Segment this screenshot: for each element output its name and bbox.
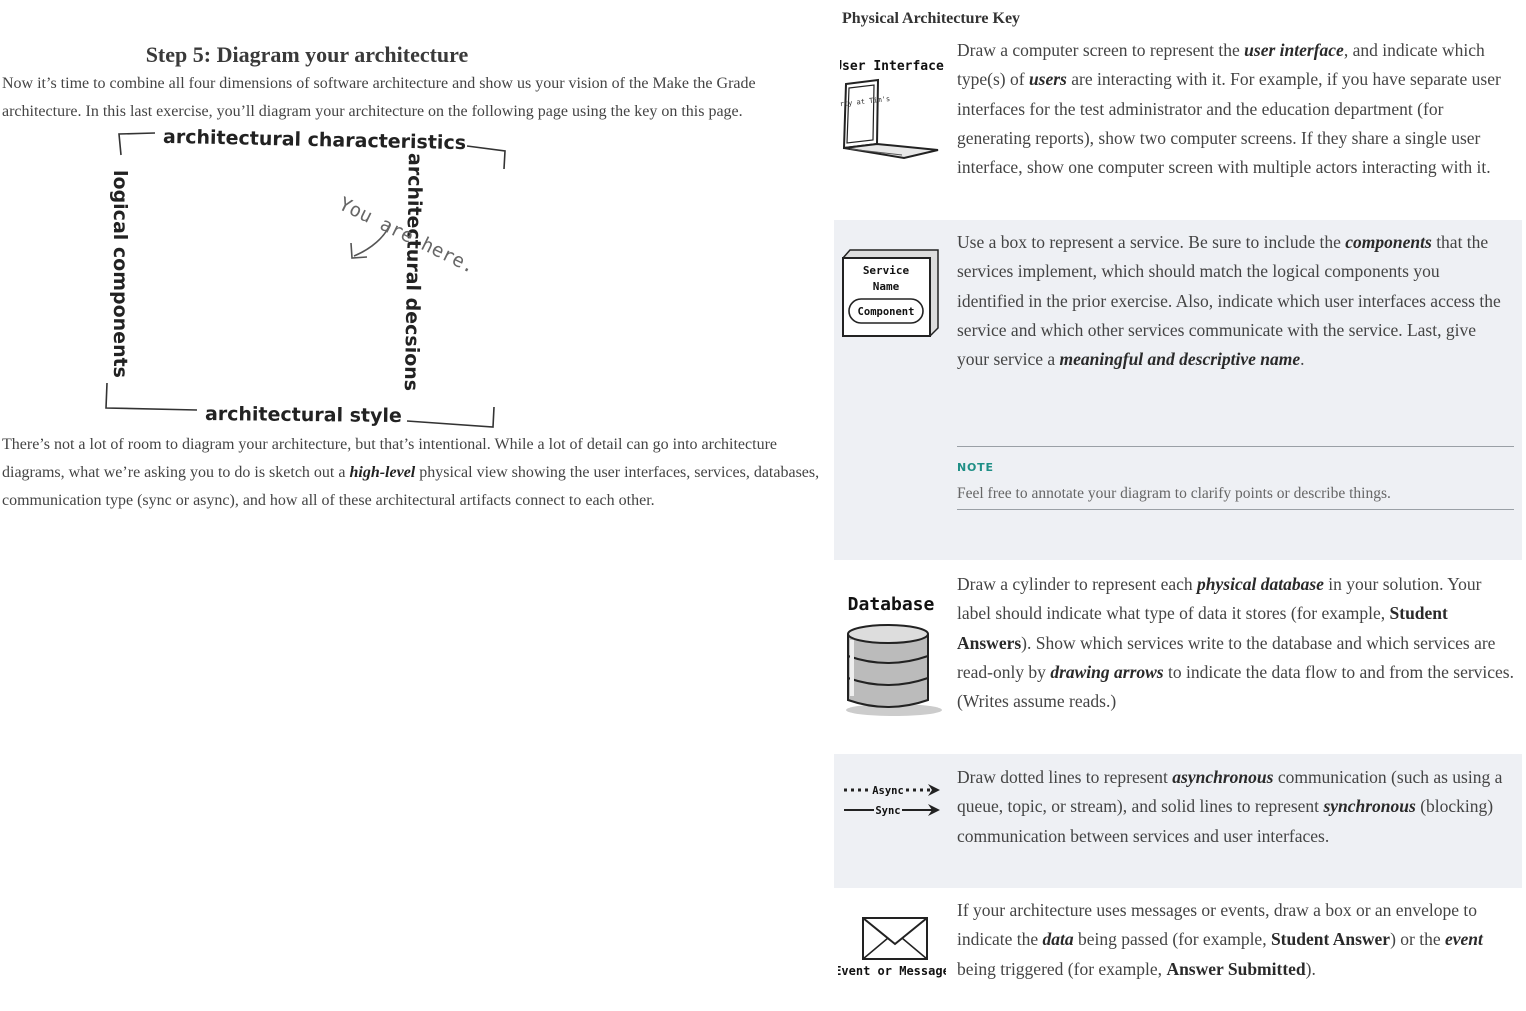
key-title: Physical Architecture Key <box>842 10 1021 27</box>
async-label: Async <box>872 785 904 797</box>
page-title: Step 5: Diagram your architecture <box>145 42 469 67</box>
envelope-icon: Event or Message <box>838 917 946 978</box>
intro-paragraph: Now it’s time to combine all four dimens… <box>2 75 756 120</box>
service-icon-name: Service <box>863 264 910 277</box>
closing-paragraph: There’s not a lot of room to diagram you… <box>2 436 820 509</box>
ui-icon-label: User Interface <box>840 59 944 74</box>
service-description: Use a box to represent a service. Be sur… <box>957 232 1501 370</box>
dimensions-diagram: architectural characteristics logical co… <box>95 125 520 435</box>
service-icon-component: Component <box>858 306 915 318</box>
diagram-frame <box>105 132 506 428</box>
diagram-label-left: logical components <box>109 170 131 378</box>
async-sync-arrows-icon: Async Sync <box>844 784 940 817</box>
service-icon-name-2: Name <box>873 280 900 293</box>
diagram-label-right: architectural decsions <box>399 152 427 392</box>
note-label: NOTE <box>957 461 994 474</box>
note-box: NOTE Feel free to annotate your diagram … <box>957 446 1514 510</box>
database-icon-label: Database <box>848 594 935 615</box>
event-description: If your architecture uses messages or ev… <box>957 900 1483 979</box>
service-box-icon: Service Name Component <box>841 249 939 338</box>
user-interface-icon: User Interface Party at Tim's <box>840 59 944 160</box>
event-icon-label: Event or Message <box>838 964 946 978</box>
user-interface-description: Draw a computer screen to represent the … <box>957 40 1501 178</box>
diagram-label-bottom: architectural style <box>204 402 402 428</box>
sync-label: Sync <box>875 805 900 817</box>
communication-description: Draw dotted lines to represent asynchron… <box>957 767 1503 846</box>
note-text: Feel free to annotate your diagram to cl… <box>957 485 1391 502</box>
database-icon: Database <box>846 594 942 716</box>
database-description: Draw a cylinder to represent each physic… <box>957 574 1514 712</box>
